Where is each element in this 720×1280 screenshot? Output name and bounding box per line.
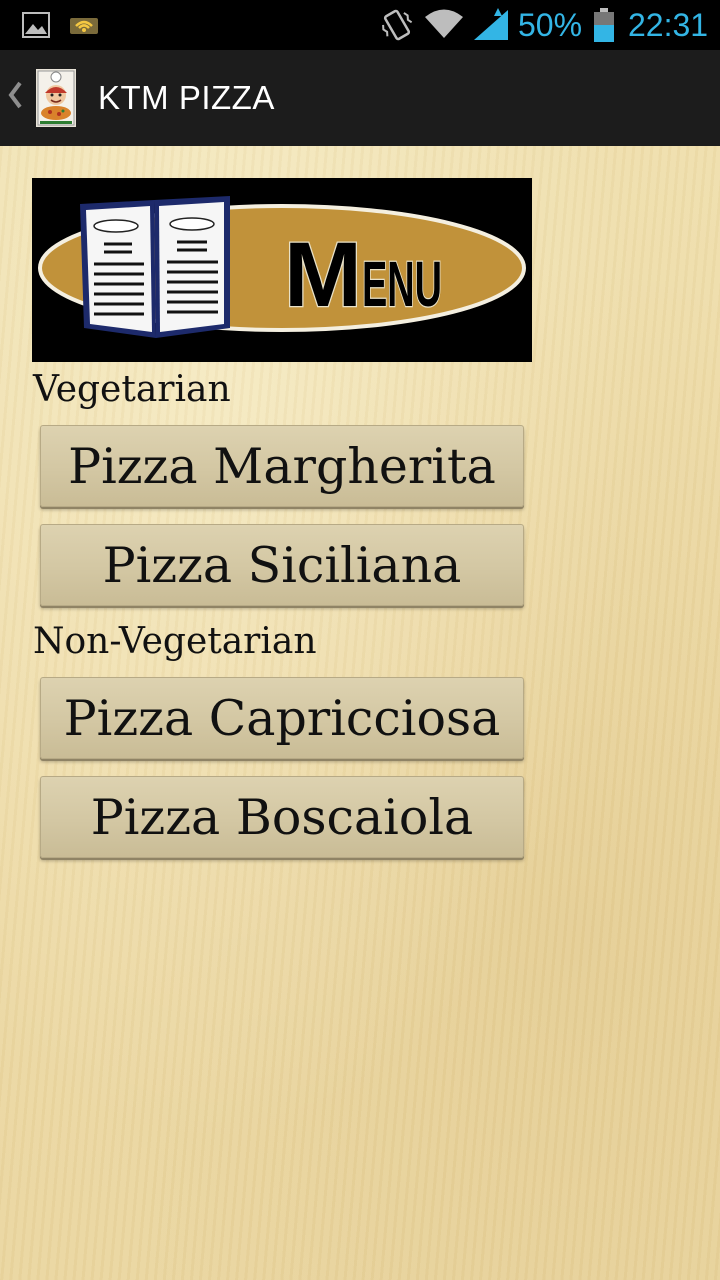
app-logo-icon[interactable] — [36, 69, 76, 127]
pizza-siciliana-button[interactable]: Pizza Siciliana — [40, 524, 524, 606]
up-caret-icon[interactable] — [6, 80, 24, 110]
pizza-margherita-button[interactable]: Pizza Margherita — [40, 425, 524, 507]
pizza-capricciosa-button[interactable]: Pizza Capricciosa — [40, 677, 524, 759]
svg-text:ENU: ENU — [362, 248, 442, 320]
clock: 22:31 — [628, 7, 709, 43]
svg-text:M: M — [284, 224, 362, 326]
pizza-boscaiola-button[interactable]: Pizza Boscaiola — [40, 776, 524, 858]
menu-banner-graphic: M ENU — [32, 178, 532, 362]
section-label-vegetarian: Vegetarian — [33, 369, 231, 410]
action-bar: KTM PIZZA — [0, 50, 720, 146]
menu-booklet-icon — [80, 196, 230, 338]
battery-icon — [594, 8, 614, 42]
battery-percentage: 50% — [518, 7, 583, 43]
picture-icon — [22, 12, 50, 38]
menu-banner: M ENU — [32, 178, 532, 362]
wifi-notification-icon — [70, 18, 98, 34]
vibrate-icon — [382, 9, 413, 41]
wifi-signal-icon — [425, 9, 463, 38]
status-bar: 50% 22:31 — [0, 0, 720, 50]
cell-signal-icon — [474, 8, 508, 40]
app-title: KTM PIZZA — [98, 79, 275, 116]
section-label-non-vegetarian: Non-Vegetarian — [33, 621, 317, 662]
